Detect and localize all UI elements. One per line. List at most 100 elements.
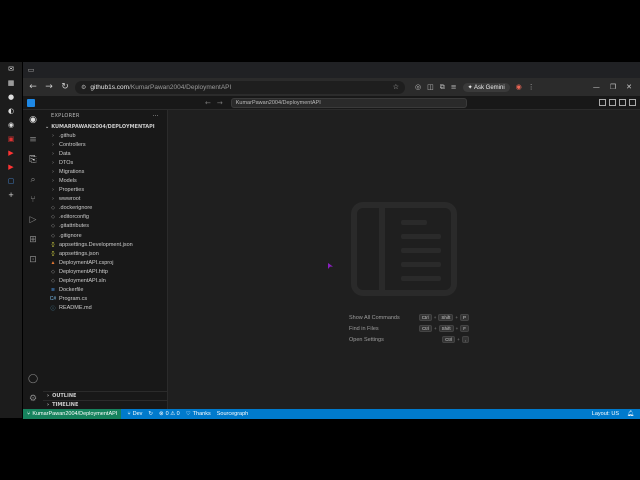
sync-icon[interactable]: ↻	[148, 411, 153, 417]
extension-icon[interactable]: ◎	[415, 83, 421, 91]
apps-icon[interactable]: ▦	[0, 76, 22, 90]
vscode-logo-icon	[27, 98, 35, 107]
remote-indicator[interactable]: ⑂ KumarPawan2004/DeploymentAPI	[23, 409, 122, 419]
youtube-icon[interactable]: ▶	[0, 146, 22, 160]
file-item[interactable]: ⓘ README.md	[43, 304, 167, 313]
toggle-sidebar-icon[interactable]	[599, 99, 606, 106]
app-icon[interactable]: ●	[0, 90, 22, 104]
file-item[interactable]: ▲ DeploymentAPI.csproj	[43, 258, 167, 267]
remote-explorer-icon[interactable]: ⊡	[23, 250, 43, 270]
add-icon[interactable]: +	[0, 188, 22, 202]
bookmark-star-icon[interactable]: ☆	[393, 83, 399, 91]
toggle-secondary-sidebar-icon[interactable]	[619, 99, 626, 106]
file-item[interactable]: ◇ .dockerignore	[43, 204, 167, 213]
file-file-icon: ◇	[51, 268, 55, 275]
back-icon[interactable]: ←	[205, 99, 211, 107]
status-bar: ⑂ KumarPawan2004/DeploymentAPI ⑂ Dev ↻ ⊗…	[23, 409, 640, 419]
folder-item[interactable]: › DTOs	[43, 158, 167, 167]
folder-item[interactable]: › .github	[43, 131, 167, 140]
github-icon[interactable]: ◉	[23, 110, 43, 130]
file-item[interactable]: {} appsettings.json	[43, 249, 167, 258]
keycap: Shift	[438, 325, 454, 332]
search-icon[interactable]: ⌕	[23, 170, 43, 190]
command-center-search[interactable]: KumarPawan2004/DeploymentAPI	[230, 97, 467, 108]
outline-section[interactable]: › OUTLINE	[43, 391, 168, 400]
extension-icon[interactable]: ◫	[427, 83, 434, 91]
file-file-icon: ◇	[51, 205, 55, 212]
site-info-icon[interactable]: ⚙	[81, 84, 86, 91]
chevron-right-icon: ›	[47, 393, 50, 399]
keycap: Ctrl	[418, 325, 432, 332]
chevron-right-icon: ›	[47, 402, 50, 408]
sourcegraph-item[interactable]: Sourcegraph	[217, 411, 249, 417]
forward-icon[interactable]: →	[43, 82, 55, 92]
file-item[interactable]: ◇ DeploymentAPI.http	[43, 267, 167, 276]
youtube-icon[interactable]: ▶	[0, 160, 22, 174]
close-icon[interactable]: ✕	[626, 83, 632, 91]
app-icon[interactable]: ◉	[0, 118, 22, 132]
account-icon[interactable]: ◯	[23, 369, 43, 389]
extensions-icon[interactable]: ⊞	[23, 230, 43, 250]
file-file-icon: ◇	[51, 223, 55, 230]
file-item[interactable]: ◇ DeploymentAPI.sln	[43, 277, 167, 286]
file-item[interactable]: ≋ Dockerfile	[43, 286, 167, 295]
app-icon[interactable]: ▢	[0, 174, 22, 188]
explorer-title: EXPLORER	[51, 113, 80, 119]
keycap: P	[459, 314, 469, 321]
folder-item[interactable]: › wwwroot	[43, 195, 167, 204]
toggle-panel-icon[interactable]	[609, 99, 616, 106]
reload-icon[interactable]: ↻	[59, 82, 71, 92]
keycap: F	[460, 325, 469, 332]
back-icon[interactable]: ←	[27, 82, 39, 92]
keycap: Shift	[438, 314, 454, 321]
source-control-icon[interactable]: ⑂	[23, 190, 43, 210]
extensions-icon[interactable]: ⧉	[440, 83, 445, 92]
tree-item-label: DeploymentAPI.http	[59, 268, 108, 275]
chevron-right-icon: ›	[52, 141, 54, 148]
mail-icon[interactable]: ✉	[0, 62, 22, 76]
app-icon[interactable]: ◐	[0, 104, 22, 118]
maximize-icon[interactable]: ❐	[610, 83, 616, 91]
app-icon[interactable]: ▣	[0, 132, 22, 146]
vscode-watermark-icon	[351, 202, 457, 296]
explorer-icon[interactable]: ⎘	[23, 150, 43, 170]
folder-item[interactable]: › Data	[43, 149, 167, 158]
timeline-section[interactable]: › TIMELINE	[43, 400, 168, 409]
file-item[interactable]: C# Program.cs	[43, 295, 167, 304]
problems-indicator[interactable]: ⊗ 0 ⚠ 0	[159, 411, 180, 417]
tab-icon[interactable]: ▭	[23, 62, 39, 78]
keyboard-layout[interactable]: Layout: US	[592, 411, 619, 417]
address-bar[interactable]: ⚙ github1s.com/KumarPawan2004/Deployment…	[75, 80, 405, 94]
file-tree: › .github › Controllers › Data › DTOs › Migration…	[43, 131, 167, 313]
reading-list-icon[interactable]: ≡	[451, 83, 457, 91]
vscode-titlebar: ← → KumarPawan2004/DeploymentAPI	[23, 96, 640, 110]
file-item[interactable]: {} appsettings.Development.json	[43, 240, 167, 249]
root-folder[interactable]: ⌄ KUMARPAWAN2004/DEPLOYMENTAPI	[43, 122, 167, 131]
profile-icon[interactable]: ◉	[516, 83, 522, 91]
tree-item-label: DeploymentAPI.sln	[59, 278, 106, 285]
folder-item[interactable]: › Controllers	[43, 140, 167, 149]
file-item[interactable]: ◇ .editorconfig	[43, 213, 167, 222]
menu-icon[interactable]: ⋮	[528, 83, 535, 91]
minimize-icon[interactable]: —	[593, 83, 600, 91]
menu-icon[interactable]: ≡	[23, 130, 43, 150]
chevron-right-icon: ›	[52, 196, 54, 203]
shortcut-label: Find in Files	[349, 325, 379, 332]
notifications-icon[interactable]: 🔔︎	[627, 411, 634, 417]
file-item[interactable]: ◇ .gitignore	[43, 231, 167, 240]
folder-item[interactable]: › Models	[43, 176, 167, 185]
folder-item[interactable]: › Properties	[43, 186, 167, 195]
settings-gear-icon[interactable]: ⚙	[23, 389, 43, 409]
thanks-item[interactable]: ♡ Thanks	[186, 411, 211, 417]
more-actions-icon[interactable]: ···	[152, 113, 159, 120]
run-debug-icon[interactable]: ▷	[23, 210, 43, 230]
ask-gemini-button[interactable]: ✦ Ask Gemini	[462, 82, 510, 92]
tree-item-label: wwwroot	[59, 196, 81, 203]
customize-layout-icon[interactable]	[629, 99, 636, 106]
keycap: Ctrl	[442, 336, 456, 343]
branch-indicator[interactable]: ⑂ Dev	[127, 411, 142, 417]
file-item[interactable]: ◇ .gitattributes	[43, 222, 167, 231]
forward-icon[interactable]: →	[217, 99, 223, 107]
editor-area[interactable]: Show All Commands Ctrl + Shift + P Find in Fil…	[168, 110, 640, 409]
folder-item[interactable]: › Migrations	[43, 167, 167, 176]
